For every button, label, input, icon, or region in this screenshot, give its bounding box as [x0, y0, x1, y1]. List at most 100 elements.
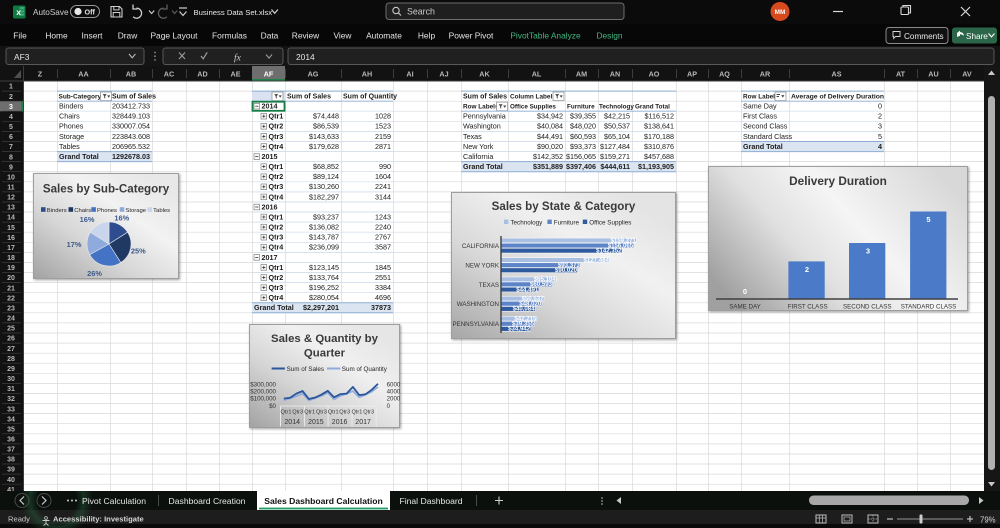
svg-text:1243: 1243 [375, 212, 391, 221]
svg-text:16: 16 [7, 235, 15, 242]
svg-text:39: 39 [7, 467, 15, 474]
svg-text:Sub-Category: Sub-Category [59, 94, 102, 101]
svg-text:Qtr1: Qtr1 [269, 263, 284, 272]
svg-text:990: 990 [379, 162, 391, 171]
svg-text:2014: 2014 [296, 52, 315, 62]
svg-text:4: 4 [9, 114, 13, 121]
svg-text:$156,065: $156,065 [566, 152, 596, 161]
svg-text:223843.608: 223843.608 [112, 132, 150, 141]
svg-text:Grand Total: Grand Total [463, 162, 503, 171]
svg-text:3: 3 [9, 104, 13, 111]
svg-text:AL: AL [532, 70, 542, 79]
svg-text:203412.733: 203412.733 [112, 102, 150, 111]
svg-text:0: 0 [878, 102, 882, 111]
svg-text:$280,054: $280,054 [309, 293, 339, 302]
svg-text:FIRST CLASS: FIRST CLASS [788, 304, 828, 311]
svg-text:33: 33 [7, 406, 15, 413]
svg-text:AN: AN [610, 70, 620, 79]
svg-text:$136,082: $136,082 [309, 223, 339, 232]
svg-text:Z: Z [38, 70, 43, 79]
svg-text:Qtr3: Qtr3 [269, 283, 284, 292]
svg-text:37873: 37873 [371, 303, 391, 312]
svg-text:2000: 2000 [387, 396, 400, 403]
svg-text:AU: AU [928, 70, 938, 79]
svg-text:2: 2 [878, 112, 882, 121]
svg-text:Sales & Quantity by: Sales & Quantity by [271, 333, 379, 345]
svg-text:$182,297: $182,297 [309, 192, 339, 201]
svg-text:PivotTable Analyze: PivotTable Analyze [510, 31, 581, 41]
svg-text:PENNSYLVANIA: PENNSYLVANIA [452, 321, 499, 328]
svg-text:2014: 2014 [262, 102, 278, 111]
svg-text:Chairs: Chairs [59, 112, 80, 121]
svg-text:Chairs: Chairs [74, 208, 91, 214]
svg-text:Home: Home [45, 31, 68, 41]
svg-text:AutoSave: AutoSave [33, 8, 69, 17]
svg-text:Binders: Binders [59, 102, 84, 111]
svg-text:$34,942: $34,942 [508, 326, 531, 333]
svg-text:18: 18 [7, 255, 15, 262]
svg-text:$65,104: $65,104 [604, 132, 630, 141]
svg-text:14: 14 [7, 215, 15, 222]
svg-text:38: 38 [7, 457, 15, 464]
svg-text:Texas: Texas [463, 132, 482, 141]
svg-text:$159,271: $159,271 [600, 152, 630, 161]
svg-text:Qtr4: Qtr4 [269, 192, 284, 201]
svg-text:New York: New York [463, 142, 494, 151]
svg-text:AE: AE [231, 70, 241, 79]
svg-text:$116,512: $116,512 [645, 112, 674, 121]
svg-text:Technology: Technology [599, 104, 634, 111]
svg-text:9: 9 [9, 164, 13, 171]
svg-text:$142,352: $142,352 [596, 248, 622, 255]
svg-text:$86,539: $86,539 [313, 122, 339, 131]
svg-text:Binders: Binders [47, 208, 67, 214]
svg-text:Qtr3: Qtr3 [292, 410, 303, 416]
svg-text:Sum of Quantity: Sum of Quantity [343, 94, 397, 101]
svg-text:Qtr3: Qtr3 [339, 410, 350, 416]
svg-text:Sum of Quantity: Sum of Quantity [342, 366, 388, 373]
svg-text:Grand Total: Grand Total [743, 142, 783, 151]
svg-text:0: 0 [743, 287, 747, 296]
svg-text:330007.054: 330007.054 [112, 122, 150, 131]
svg-text:1: 1 [9, 84, 13, 91]
svg-text:$170,188: $170,188 [644, 132, 674, 141]
svg-text:SECOND CLASS: SECOND CLASS [843, 304, 891, 311]
svg-text:$143,787: $143,787 [309, 233, 339, 242]
svg-text:3: 3 [878, 122, 882, 131]
svg-text:2767: 2767 [375, 233, 391, 242]
svg-text:Column Labels: Column Labels [510, 94, 556, 101]
svg-text:$130,260: $130,260 [309, 182, 339, 191]
svg-text:Office Supplies: Office Supplies [589, 219, 631, 226]
svg-text:Sales by State & Category: Sales by State & Category [492, 200, 636, 213]
svg-text:2016: 2016 [332, 419, 348, 426]
svg-text:4: 4 [878, 142, 882, 151]
svg-text:Sales by Sub-Category: Sales by Sub-Category [43, 183, 170, 196]
svg-text:AA: AA [78, 70, 88, 79]
svg-text:$0: $0 [269, 403, 276, 410]
svg-text:$89,124: $89,124 [313, 172, 339, 181]
svg-text:1292678.03: 1292678.03 [112, 152, 150, 161]
svg-text:STANDARD CLASS: STANDARD CLASS [901, 304, 957, 311]
svg-text:35: 35 [7, 426, 15, 433]
svg-text:34: 34 [7, 416, 15, 423]
svg-text:4000: 4000 [387, 389, 400, 396]
svg-text:California: California [463, 152, 493, 161]
svg-text:AT: AT [896, 70, 906, 79]
svg-text:6000: 6000 [387, 381, 400, 388]
svg-text:Help: Help [418, 31, 436, 41]
svg-text:1523: 1523 [375, 122, 391, 131]
svg-text:2240: 2240 [375, 223, 391, 232]
svg-text:2014: 2014 [284, 419, 300, 426]
svg-text:Grand Total: Grand Total [254, 303, 294, 312]
svg-text:40: 40 [7, 477, 15, 484]
svg-text:Off: Off [85, 7, 96, 16]
svg-text:2016: 2016 [262, 202, 278, 211]
svg-text:$50,537: $50,537 [604, 122, 630, 131]
svg-text:Qtr1: Qtr1 [269, 112, 284, 121]
svg-text:NEW YORK: NEW YORK [465, 263, 499, 270]
svg-text:20: 20 [7, 275, 15, 282]
svg-text:Draw: Draw [118, 31, 138, 41]
svg-text:TEXAS: TEXAS [479, 282, 499, 289]
svg-text:Qtr4: Qtr4 [269, 293, 284, 302]
svg-text:25: 25 [7, 326, 15, 333]
svg-text:4696: 4696 [375, 293, 391, 302]
